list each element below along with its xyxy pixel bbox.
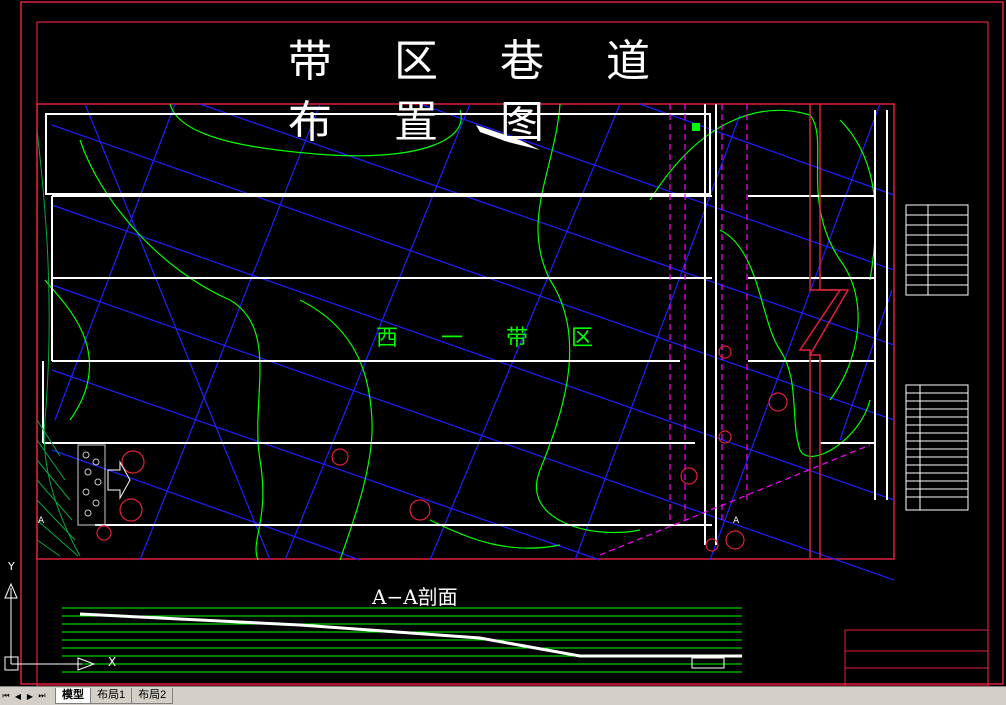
white-arrow bbox=[107, 460, 131, 500]
layout-tab-bar: ⏮ ◀ ▶ ⏭ 模型 布局1 布局2 bbox=[0, 686, 1006, 705]
drawing-title: 带 区 巷 道 布 置 图 bbox=[288, 36, 674, 148]
red-boundary bbox=[798, 104, 850, 558]
ucs-x-label: X bbox=[108, 655, 117, 669]
legend-table-2 bbox=[905, 384, 969, 511]
tab-layout2[interactable]: 布局2 bbox=[131, 688, 174, 704]
section-marker-left: A bbox=[38, 516, 45, 526]
title-block bbox=[844, 629, 989, 686]
pillar-hatch bbox=[77, 444, 106, 526]
ucs-icon bbox=[4, 582, 96, 671]
nav-last-button[interactable]: ⏭ bbox=[36, 689, 48, 703]
nav-prev-button[interactable]: ◀ bbox=[12, 689, 24, 703]
zone-label: 西 一 带 区 bbox=[376, 326, 611, 351]
equipment-symbols bbox=[96, 345, 788, 552]
nav-first-button[interactable]: ⏮ bbox=[0, 689, 12, 703]
legend-table-1 bbox=[905, 204, 969, 296]
section-marker-right: A bbox=[733, 516, 740, 526]
section-title: A−A剖面 bbox=[372, 585, 458, 609]
section-profile bbox=[62, 607, 742, 673]
tab-layout1[interactable]: 布局1 bbox=[90, 688, 133, 704]
tab-model[interactable]: 模型 bbox=[55, 688, 91, 704]
nav-next-button[interactable]: ▶ bbox=[24, 689, 36, 703]
ucs-y-label: Y bbox=[8, 560, 15, 573]
